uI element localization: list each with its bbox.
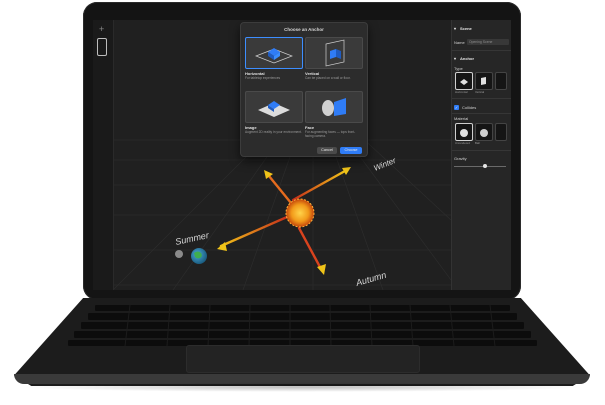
laptop-shadow	[20, 382, 584, 392]
trackpad	[186, 345, 420, 373]
